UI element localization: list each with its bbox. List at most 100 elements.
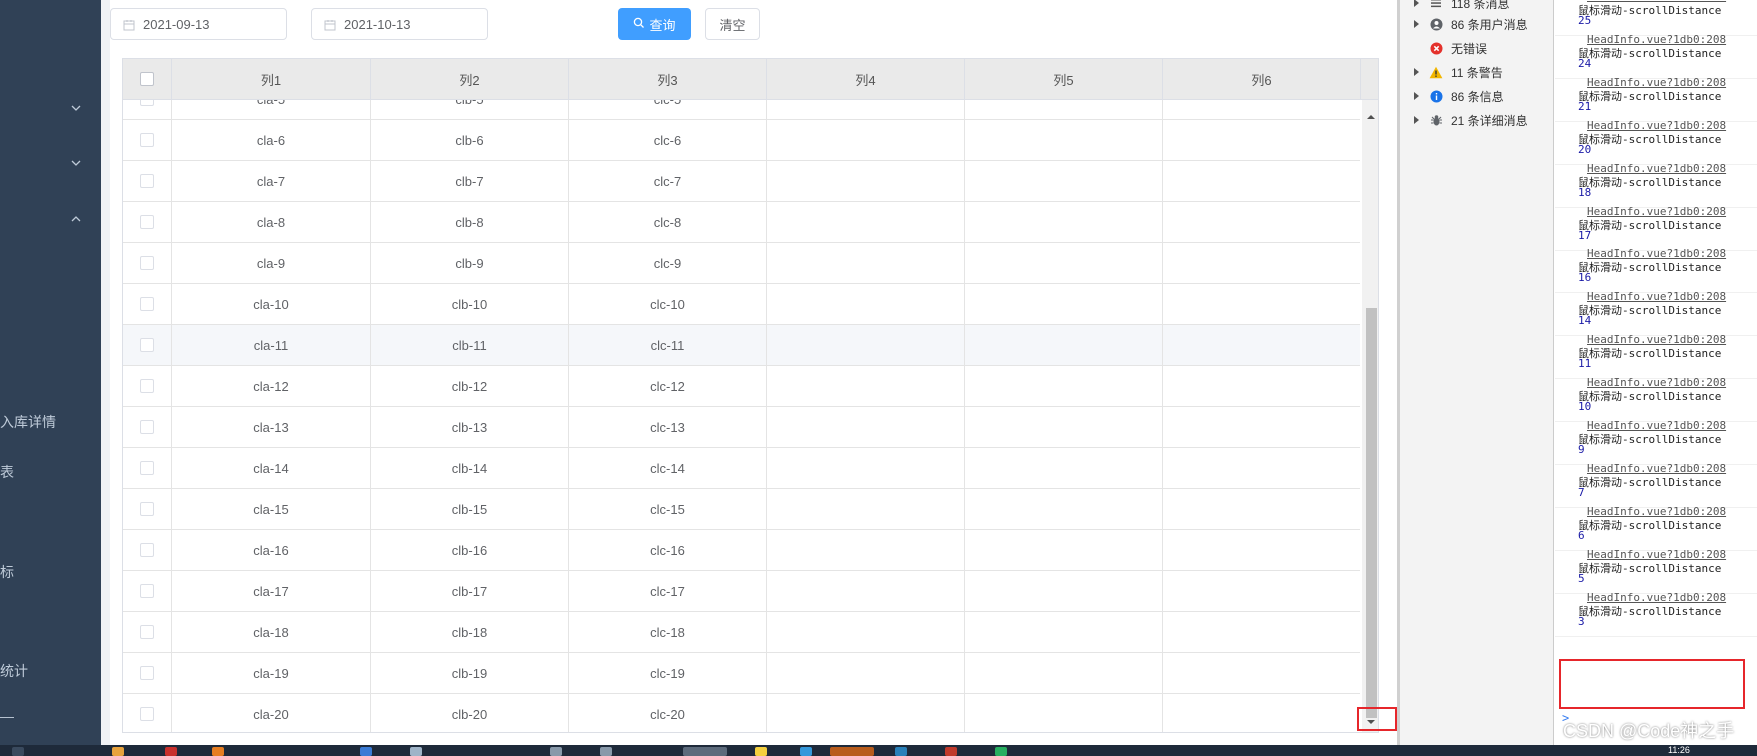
app-icon[interactable] [995, 747, 1007, 756]
app-icon[interactable] [683, 747, 727, 756]
app-icon[interactable] [600, 747, 612, 756]
app-icon[interactable] [550, 747, 562, 756]
row-checkbox[interactable] [140, 502, 154, 516]
sidebar-item-label[interactable]: 入库详情 [0, 412, 56, 432]
app-icon[interactable] [830, 747, 874, 756]
table-row[interactable]: cla-17 clb-17 clc-17 [123, 571, 1360, 612]
expand-triangle-icon[interactable] [1414, 0, 1419, 7]
table-row[interactable]: cla-18 clb-18 clc-18 [123, 612, 1360, 653]
log-entry: HeadInfo.vue?1db0:208鼠标滑动-scrollDistance… [1555, 546, 1757, 594]
filter-verbose[interactable]: 21 条详细消息 [1414, 110, 1528, 130]
app-icon[interactable] [165, 747, 177, 756]
table-cell [767, 284, 965, 324]
end-date-input[interactable]: 2021-10-13 [311, 8, 488, 40]
row-checkbox[interactable] [140, 100, 154, 106]
expand-triangle-icon[interactable] [1414, 92, 1419, 100]
filter-user-messages[interactable]: 86 条用户消息 [1414, 14, 1528, 34]
app-icon[interactable] [800, 747, 812, 756]
row-checkbox[interactable] [140, 707, 154, 721]
start-icon[interactable] [12, 747, 24, 756]
start-date-input[interactable]: 2021-09-13 [110, 8, 287, 40]
row-checkbox[interactable] [140, 461, 154, 475]
table-cell [965, 489, 1163, 529]
query-button[interactable]: 查询 [618, 8, 691, 40]
row-checkbox[interactable] [140, 666, 154, 680]
table-row[interactable]: cla-11 clb-11 clc-11 [123, 325, 1360, 366]
row-checkbox[interactable] [140, 215, 154, 229]
scrollbar-thumb[interactable] [1366, 308, 1377, 718]
row-checkbox[interactable] [140, 543, 154, 557]
end-date-value: 2021-10-13 [344, 17, 411, 32]
app-icon[interactable] [360, 747, 372, 756]
row-checkbox[interactable] [140, 379, 154, 393]
sidebar-item-label[interactable]: 标 [0, 562, 14, 582]
row-checkbox[interactable] [140, 338, 154, 352]
select-all-checkbox[interactable] [140, 72, 154, 86]
expand-triangle-icon[interactable] [1414, 116, 1419, 124]
app-icon[interactable] [410, 747, 422, 756]
row-checkbox[interactable] [140, 256, 154, 270]
table-cell: cla-14 [172, 448, 371, 488]
table-cell: clb-9 [371, 243, 569, 283]
table-row[interactable]: cla-5clb-5clc-5 [123, 100, 1360, 120]
table-cell: cla-5 [172, 100, 371, 119]
table-body[interactable]: cla-5clb-5clc-5cla-6clb-6clc-6cla-7clb-7… [123, 100, 1360, 732]
chevron-down-icon[interactable] [70, 157, 82, 169]
clock[interactable]: 11:26 [1668, 745, 1690, 755]
app-icon[interactable] [755, 747, 767, 756]
table-cell [965, 530, 1163, 570]
table-row[interactable]: cla-14 clb-14 clc-14 [123, 448, 1360, 489]
table-cell [767, 612, 965, 652]
filter-warnings[interactable]: 11 条警告 [1414, 62, 1503, 82]
table-cell: cla-9 [172, 243, 371, 283]
filter-info[interactable]: 86 条信息 [1414, 86, 1504, 106]
filter-errors[interactable]: 无错误 [1414, 38, 1487, 58]
column-header[interactable]: 列2 [371, 59, 569, 99]
column-header[interactable]: 列1 [172, 59, 371, 99]
row-checkbox[interactable] [140, 584, 154, 598]
sidebar-item-label[interactable]: 表 [0, 462, 14, 482]
table-cell: clc-11 [569, 325, 767, 365]
clear-button[interactable]: 清空 [705, 8, 760, 40]
app-icon[interactable] [112, 747, 124, 756]
app-icon[interactable] [945, 747, 957, 756]
table-row[interactable]: cla-10 clb-10 clc-10 [123, 284, 1360, 325]
table-row[interactable]: cla-8 clb-8 clc-8 [123, 202, 1360, 243]
table-row[interactable]: cla-16 clb-16 clc-16 [123, 530, 1360, 571]
column-header[interactable]: 列3 [569, 59, 767, 99]
table-row[interactable]: cla-9 clb-9 clc-9 [123, 243, 1360, 284]
sidebar-item-label[interactable]: 统计 [0, 661, 28, 681]
scroll-up-arrow-icon[interactable] [1362, 110, 1378, 122]
column-header[interactable]: 列6 [1163, 59, 1361, 99]
table-cell [1163, 612, 1360, 652]
filter-messages[interactable]: 118 条消息 [1414, 0, 1509, 13]
app-icon[interactable] [212, 747, 224, 756]
table-row[interactable]: cla-19 clb-19 clc-19 [123, 653, 1360, 694]
table-row[interactable]: cla-7 clb-7 clc-7 [123, 161, 1360, 202]
expand-triangle-icon[interactable] [1414, 68, 1419, 76]
row-checkbox[interactable] [140, 174, 154, 188]
row-checkbox[interactable] [140, 625, 154, 639]
vertical-scrollbar[interactable] [1362, 100, 1378, 732]
table-row[interactable]: cla-13 clb-13 clc-13 [123, 407, 1360, 448]
log-value: 25 [1578, 14, 1592, 27]
table-row[interactable]: cla-12 clb-12 clc-12 [123, 366, 1360, 407]
column-header[interactable]: 列4 [767, 59, 965, 99]
chevron-down-icon[interactable] [70, 102, 82, 114]
row-checkbox[interactable] [140, 297, 154, 311]
table-cell [1163, 161, 1360, 201]
row-checkbox[interactable] [140, 133, 154, 147]
expand-triangle-icon[interactable] [1414, 20, 1419, 28]
table-row[interactable]: cla-20 clb-20 clc-20 [123, 694, 1360, 732]
table-cell: cla-7 [172, 161, 371, 201]
table-row[interactable]: cla-15 clb-15 clc-15 [123, 489, 1360, 530]
table-cell [1163, 653, 1360, 693]
app-icon[interactable] [895, 747, 907, 756]
sidebar-item-label[interactable]: — [0, 708, 14, 724]
log-value: 14 [1578, 314, 1592, 328]
column-header[interactable]: 列5 [965, 59, 1163, 99]
row-checkbox[interactable] [140, 420, 154, 434]
chevron-up-icon[interactable] [70, 213, 82, 225]
table-row[interactable]: cla-6 clb-6 clc-6 [123, 120, 1360, 161]
table-cell [1163, 694, 1360, 732]
